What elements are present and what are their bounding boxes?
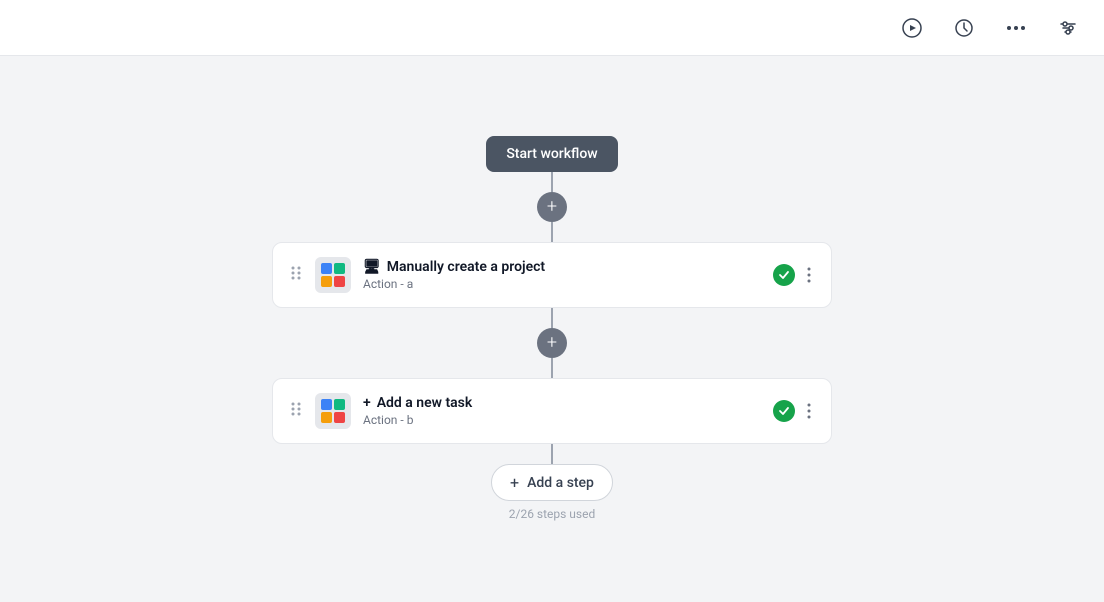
step-icon-b — [315, 393, 351, 429]
add-step-circle-2[interactable]: + — [537, 328, 567, 358]
drag-handle-a[interactable] — [289, 264, 303, 286]
connector-line-1 — [551, 172, 553, 192]
step-card-b: + Add a new task Action - b — [272, 378, 832, 444]
start-workflow-label: Start workflow — [506, 146, 597, 162]
add-step-circle-1[interactable]: + — [537, 192, 567, 222]
step-title-icon-a: 🖥 — [363, 259, 381, 275]
drag-handle-b[interactable] — [289, 400, 303, 422]
filter-button[interactable] — [1052, 12, 1084, 44]
play-button[interactable] — [896, 12, 928, 44]
step-subtitle-a: Action - a — [363, 277, 761, 291]
history-button[interactable] — [948, 12, 980, 44]
start-workflow-node[interactable]: Start workflow — [486, 136, 617, 172]
steps-used-label: 2/26 steps used — [509, 507, 596, 521]
step-icon-a — [315, 257, 351, 293]
connector-line-3 — [551, 308, 553, 328]
add-step-label: Add a step — [527, 475, 594, 491]
toolbar — [0, 0, 1104, 56]
more-options-button[interactable] — [1000, 12, 1032, 44]
add-step-plus-icon: + — [510, 473, 519, 492]
step-card-a: 🖥 Manually create a project Action - a — [272, 242, 832, 308]
check-icon-b — [773, 400, 795, 422]
step-content-a: 🖥 Manually create a project Action - a — [363, 259, 761, 291]
connector-line-2 — [551, 222, 553, 242]
add-step-button[interactable]: + Add a step — [491, 464, 613, 501]
step-actions-b — [773, 399, 815, 423]
more-menu-a[interactable] — [803, 263, 815, 287]
step-content-b: + Add a new task Action - b — [363, 395, 761, 427]
connector-line-5 — [551, 444, 553, 464]
step-actions-a — [773, 263, 815, 287]
step-title-a: 🖥 Manually create a project — [363, 259, 761, 275]
check-icon-a — [773, 264, 795, 286]
step-title-b: + Add a new task — [363, 395, 761, 411]
workflow-canvas: Start workflow + 🖥 — [0, 56, 1104, 602]
step-title-icon-b: + — [363, 395, 371, 411]
step-subtitle-b: Action - b — [363, 413, 761, 427]
more-menu-b[interactable] — [803, 399, 815, 423]
connector-line-4 — [551, 358, 553, 378]
